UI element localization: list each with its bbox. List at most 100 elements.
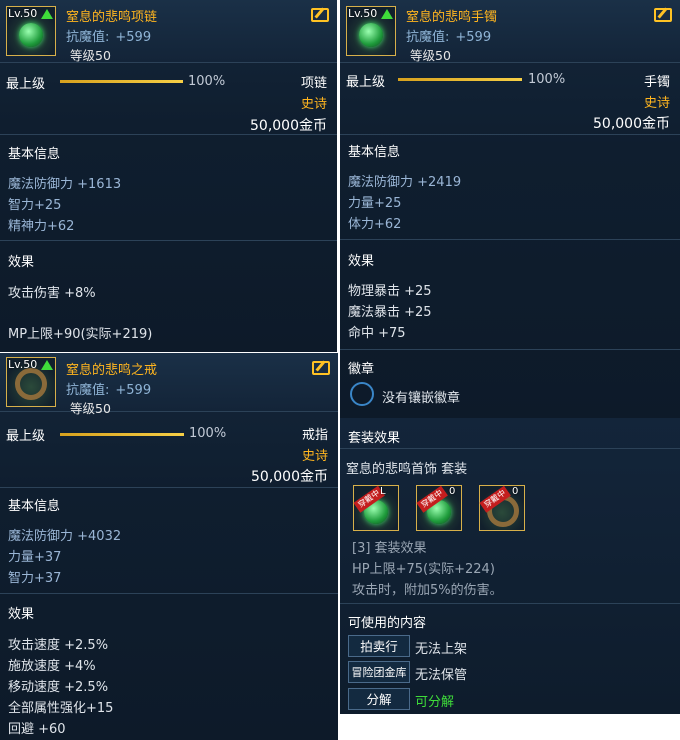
basic-info-title: 基本信息	[8, 499, 61, 514]
storage-status: 无法保管	[415, 668, 468, 683]
slot-type: 戒指	[301, 428, 328, 443]
stat-line: 力量+37	[8, 550, 62, 565]
rarity: 史诗	[301, 449, 328, 464]
max-level-label: 最上级	[6, 429, 46, 444]
item-level-partial: 0	[449, 486, 456, 497]
max-level-label: 最上级	[6, 77, 46, 92]
emblem-title: 徽章	[348, 362, 375, 377]
set-tier-label: [3] 套装效果	[352, 541, 427, 556]
effect-line: 全部属性强化+15	[8, 701, 114, 716]
effect-line: 魔法暴击 +25	[348, 305, 432, 320]
effect-line: 命中 +75	[348, 326, 406, 341]
stat-line: 力量+25	[348, 196, 402, 211]
stat-line: 精神力+62	[8, 219, 75, 234]
price: 50,000金币	[593, 116, 670, 132]
basic-info-title: 基本信息	[348, 145, 401, 160]
effect-line: 移动速度 +2.5%	[8, 680, 109, 695]
item-name: 窒息的悲鸣手镯	[406, 10, 498, 25]
level-up-arrow-icon	[41, 9, 53, 19]
set-tier-effect: HP上限+75(实际+224)	[352, 562, 495, 577]
necklace-tooltip: Lv.50 窒息的悲鸣项链 抗魔值: +599 等级50 最上级 100% 项链 …	[0, 0, 337, 352]
slot-type: 项链	[300, 76, 327, 91]
price: 50,000金币	[251, 469, 328, 485]
max-level-label: 最上级	[346, 75, 386, 90]
set-title: 套装效果	[348, 431, 401, 446]
ring-item-icon[interactable]: Lv.50	[6, 357, 56, 407]
auction-house-button[interactable]: 拍卖行	[348, 635, 410, 657]
divider	[0, 134, 337, 135]
usable-title: 可使用的内容	[348, 616, 427, 631]
disassemble-button[interactable]: 分解	[348, 688, 410, 710]
required-level: 等级50	[410, 48, 451, 63]
item-name: 窒息的悲鸣项链	[66, 10, 158, 25]
stat-line: 智力+25	[8, 198, 62, 213]
effect-line: 攻击伤害 +8%	[8, 286, 96, 301]
required-level: 等级50	[70, 401, 111, 416]
level-up-arrow-icon	[41, 360, 53, 370]
bracelet-item-icon[interactable]: Lv.50	[346, 6, 396, 56]
effect-line: 施放速度 +4%	[8, 659, 96, 674]
edit-icon[interactable]	[654, 8, 672, 22]
guild-storage-button[interactable]: 冒险团金库	[348, 661, 410, 683]
effects-title: 效果	[348, 254, 375, 269]
rarity: 史诗	[643, 96, 670, 111]
item-level: Lv.50	[8, 7, 38, 20]
magic-resist: 抗魔值: +599	[406, 30, 492, 45]
progress-percent: 100%	[189, 426, 227, 441]
edit-icon[interactable]	[312, 361, 330, 375]
set-item-ring-icon[interactable]: 穿戴中 0	[479, 485, 525, 531]
stat-line: 体力+62	[348, 217, 402, 232]
divider	[0, 487, 338, 488]
necklace-item-icon[interactable]: Lv.50	[6, 6, 56, 56]
item-name: 窒息的悲鸣之戒	[66, 363, 158, 378]
effects-title: 效果	[8, 255, 35, 270]
effect-line: MP上限+90(实际+219)	[8, 327, 153, 342]
magic-resist: 抗魔值: +599	[66, 30, 152, 45]
divider	[340, 349, 680, 350]
edit-icon[interactable]	[311, 8, 329, 22]
set-item-necklace-icon[interactable]: 穿戴中 L	[353, 485, 399, 531]
stat-line: 魔法防御力 +2419	[348, 175, 462, 190]
divider	[0, 593, 338, 594]
disassemble-status: 可分解	[415, 695, 455, 710]
basic-info-title: 基本信息	[8, 147, 61, 162]
rarity: 史诗	[300, 97, 327, 112]
divider	[340, 239, 680, 240]
set-effect-tooltip: 套装效果 窒息的悲鸣首饰 套装 穿戴中 L 穿戴中 0 穿戴中 0 [3] 套装…	[340, 418, 680, 714]
progress-bar	[60, 80, 183, 83]
emblem-slot-icon[interactable]	[350, 382, 374, 406]
divider	[340, 448, 680, 449]
price: 50,000金币	[250, 118, 327, 134]
stat-line: 魔法防御力 +1613	[8, 177, 122, 192]
divider	[340, 134, 680, 135]
progress-bar	[60, 433, 184, 436]
divider	[340, 603, 680, 604]
item-level-partial: L	[380, 486, 386, 497]
emblem-status: 没有镶嵌徽章	[382, 391, 461, 406]
set-tier-effect: 攻击时，附加5%的伤害。	[352, 583, 503, 598]
ring-tooltip: Lv.50 窒息的悲鸣之戒 抗魔值: +599 等级50 最上级 100% 戒指 …	[0, 353, 338, 740]
divider	[0, 240, 337, 241]
item-level: Lv.50	[348, 7, 378, 20]
ring-icon	[15, 368, 47, 400]
level-up-arrow-icon	[381, 9, 393, 19]
gem-icon	[359, 23, 383, 47]
progress-percent: 100%	[528, 72, 566, 87]
progress-bar	[398, 78, 522, 81]
gem-icon	[19, 23, 43, 47]
effect-line: 回避 +60	[8, 722, 66, 737]
stat-line: 智力+37	[8, 571, 62, 586]
slot-type: 手镯	[643, 75, 670, 90]
set-name: 窒息的悲鸣首饰 套装	[346, 462, 468, 477]
bracelet-tooltip: Lv.50 窒息的悲鸣手镯 抗魔值: +599 等级50 最上级 100% 手镯 …	[340, 0, 680, 420]
auction-status: 无法上架	[415, 642, 468, 657]
progress-percent: 100%	[188, 74, 226, 89]
set-item-bracelet-icon[interactable]: 穿戴中 0	[416, 485, 462, 531]
effect-line: 攻击速度 +2.5%	[8, 638, 109, 653]
effect-line: 物理暴击 +25	[348, 284, 432, 299]
effects-title: 效果	[8, 607, 35, 622]
item-level: Lv.50	[8, 358, 38, 371]
item-level-partial: 0	[512, 486, 519, 497]
required-level: 等级50	[70, 48, 111, 63]
stat-line: 魔法防御力 +4032	[8, 529, 122, 544]
